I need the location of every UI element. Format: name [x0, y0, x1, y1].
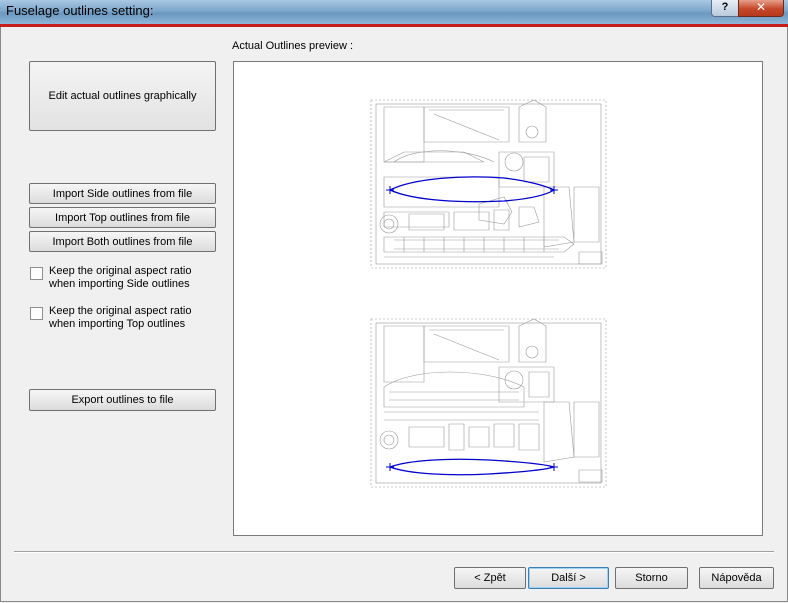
import-side-button[interactable]: Import Side outlines from file	[29, 183, 216, 204]
top-outline-handles	[386, 463, 558, 471]
keep-side-aspect-row[interactable]: Keep the original aspect ratio when impo…	[30, 265, 219, 291]
cancel-button[interactable]: Storno	[615, 567, 688, 589]
window-close-button[interactable]: ✕	[738, 0, 784, 17]
top-outline	[388, 458, 557, 476]
keep-top-aspect-checkbox[interactable]	[30, 307, 43, 320]
preview-drawing	[370, 99, 607, 488]
window-title: Fuselage outlines setting:	[6, 3, 154, 18]
outlines-preview	[233, 61, 763, 536]
plan-sheet-top	[370, 318, 607, 488]
keep-side-aspect-label[interactable]: Keep the original aspect ratio when impo…	[49, 265, 219, 291]
preview-label: Actual Outlines preview :	[232, 40, 354, 52]
back-button[interactable]: < Zpět	[454, 567, 526, 589]
close-icon: ✕	[755, 0, 767, 14]
footer-divider	[14, 551, 774, 553]
help-button[interactable]: Nápověda	[699, 567, 774, 589]
question-mark-icon: ?	[721, 1, 729, 13]
window-help-button[interactable]: ?	[711, 0, 739, 17]
edit-outlines-button[interactable]: Edit actual outlines graphically	[29, 61, 216, 131]
import-top-button[interactable]: Import Top outlines from file	[29, 207, 216, 228]
side-outline	[388, 176, 556, 203]
next-button[interactable]: Další >	[528, 567, 609, 589]
keep-top-aspect-row[interactable]: Keep the original aspect ratio when impo…	[30, 305, 219, 331]
import-both-button[interactable]: Import Both outlines from file	[29, 231, 216, 252]
export-outlines-button[interactable]: Export outlines to file	[29, 389, 216, 411]
keep-top-aspect-label[interactable]: Keep the original aspect ratio when impo…	[49, 305, 219, 331]
keep-side-aspect-checkbox[interactable]	[30, 267, 43, 280]
title-bar: Fuselage outlines setting: ? ✕	[0, 0, 788, 25]
